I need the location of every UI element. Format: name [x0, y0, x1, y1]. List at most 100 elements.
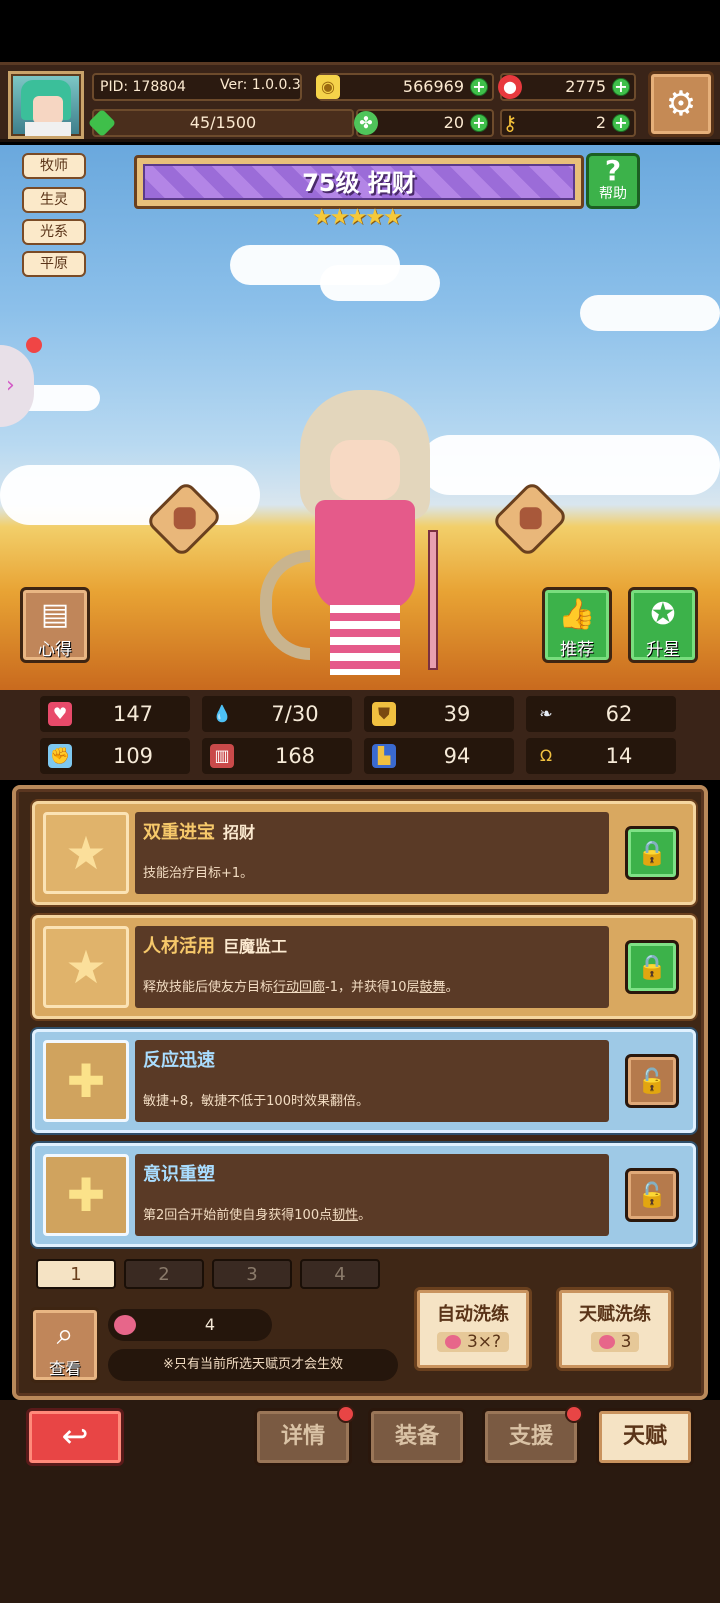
- fruit-icon: [598, 1335, 615, 1349]
- stat-value: 147: [112, 702, 154, 726]
- nav-support[interactable]: 支援: [482, 1405, 583, 1466]
- add-clover-button[interactable]: +: [470, 114, 488, 132]
- tips-label: 心得: [38, 640, 72, 660]
- talent-slot-1[interactable]: ★ 双重进宝 招财 技能治疗目标+1。 🔒: [32, 801, 696, 905]
- keyword-link[interactable]: 鼓舞: [420, 980, 446, 995]
- chevron-right-icon: ›: [6, 373, 15, 398]
- tips-button[interactable]: ▤ 心得: [20, 587, 90, 663]
- fruit-icon: [114, 1315, 136, 1335]
- nav-equip[interactable]: 装备: [368, 1408, 466, 1466]
- player-avatar[interactable]: [8, 71, 84, 139]
- auto-refine-button[interactable]: 自动洗练 3×?: [414, 1287, 532, 1371]
- cross-emblem-icon: ✚: [43, 1040, 129, 1122]
- desc-part: -1，并获得10层: [325, 980, 420, 995]
- desc-part: 。: [445, 980, 459, 995]
- stat-hp: ♥ 147: [40, 696, 190, 732]
- nav-talent[interactable]: 天赋: [596, 1408, 694, 1466]
- question-icon: ?: [604, 154, 622, 187]
- exp-value: 45/1500: [189, 113, 257, 132]
- nav-equip-label: 装备: [394, 1424, 439, 1449]
- return-arrow-icon: ↩: [61, 1417, 89, 1455]
- stat-luck: Ω 14: [526, 738, 676, 774]
- stat-value: 14: [605, 744, 633, 768]
- recommend-button[interactable]: 👍 推荐: [542, 587, 612, 663]
- hero-title: 75级 招财: [143, 164, 575, 200]
- gold-counter: ◉ 566969 +: [316, 73, 494, 101]
- talent-slot-2[interactable]: ★ 人材活用 巨魔监工 释放技能后使友方目标行动回廊-1，并获得10层鼓舞。 🔒: [32, 915, 696, 1019]
- stat-defense: ⛊ 39: [364, 696, 514, 732]
- gem-icon: ●: [498, 75, 522, 99]
- add-key-button[interactable]: +: [612, 114, 630, 132]
- key-value: 2: [595, 113, 606, 132]
- tab-page-2[interactable]: 2: [124, 1259, 204, 1289]
- auto-refine-label: 自动洗练: [437, 1304, 509, 1325]
- page-note: ※只有当前所选天赋页才会生效: [108, 1349, 398, 1381]
- stat-value: 94: [443, 744, 471, 768]
- talent-desc: 释放技能后使友方目标行动回廊-1，并获得10层鼓舞。: [143, 976, 459, 995]
- coin-icon: ◉: [316, 75, 340, 99]
- recommend-label: 推荐: [560, 640, 594, 660]
- hero-legs: [330, 605, 400, 675]
- tag-race[interactable]: 生灵: [22, 187, 86, 213]
- stat-mana: 💧 7/30: [202, 696, 352, 732]
- side-drawer-toggle[interactable]: ›: [0, 345, 34, 427]
- settings-button[interactable]: ⚙: [648, 71, 714, 137]
- tab-page-1[interactable]: 1: [36, 1259, 116, 1289]
- tab-page-3[interactable]: 3: [212, 1259, 292, 1289]
- notebook-icon: ▤: [40, 597, 70, 632]
- tag-element[interactable]: 光系: [22, 219, 86, 245]
- nav-details[interactable]: 详情: [254, 1405, 355, 1466]
- talent-title: 人材活用: [143, 936, 215, 957]
- cross-emblem-icon: ✚: [43, 1154, 129, 1236]
- star-icon: ★: [43, 812, 129, 894]
- lock-button[interactable]: 🔒: [625, 940, 679, 994]
- talent-refine-cost: 3: [590, 1332, 640, 1352]
- stat-agility: ▙ 94: [364, 738, 514, 774]
- talent-title: 意识重塑: [143, 1164, 215, 1185]
- clover-value: 20: [443, 113, 464, 132]
- clover-counter: ✤ 20 +: [354, 109, 494, 137]
- add-gold-button[interactable]: +: [470, 78, 488, 96]
- lock-button[interactable]: 🔒: [625, 826, 679, 880]
- star-icon: ✪: [650, 597, 676, 632]
- water-drop-icon: 💧: [212, 704, 232, 723]
- unlock-button[interactable]: 🔓: [625, 1168, 679, 1222]
- gem-counter: ● 2775 +: [498, 73, 636, 101]
- nav-talent-label: 天赋: [622, 1424, 667, 1449]
- tag-class[interactable]: 牧师: [22, 153, 86, 179]
- talent-source: 巨魔监工: [223, 937, 288, 956]
- star-icon: ★: [43, 926, 129, 1008]
- unlock-button[interactable]: 🔓: [625, 1054, 679, 1108]
- keyword-link[interactable]: 行动回廊: [273, 980, 325, 995]
- talent-refine-button[interactable]: 天赋洗练 3: [556, 1287, 674, 1371]
- view-label: 查看: [48, 1359, 81, 1378]
- desc-part: 。: [358, 1208, 372, 1223]
- back-button[interactable]: ↩: [26, 1408, 124, 1466]
- player-id-text: PID: 178804: [100, 79, 186, 95]
- star-rating: ★★★★★: [312, 205, 403, 230]
- add-gem-button[interactable]: +: [612, 78, 630, 96]
- cloud: [580, 295, 720, 331]
- tag-terrain[interactable]: 平原: [22, 251, 86, 277]
- unlocked-icon: 🔓: [637, 1181, 667, 1209]
- stat-value: 7/30: [271, 702, 319, 726]
- talent-slot-4[interactable]: ✚ 意识重塑 第2回合开始前使自身获得100点韧性。 🔓: [32, 1143, 696, 1247]
- star-up-button[interactable]: ✪ 升星: [628, 587, 698, 663]
- exp-diamond-icon: [87, 108, 117, 138]
- tab-page-4[interactable]: 4: [300, 1259, 380, 1289]
- unlocked-icon: 🔓: [637, 1067, 667, 1095]
- notification-dot: [26, 337, 42, 353]
- key-icon: ⚷: [502, 111, 518, 135]
- hero-staff: [428, 530, 438, 670]
- cloud: [0, 465, 260, 525]
- cost-value: 3×?: [466, 1332, 502, 1352]
- talent-desc: 技能治疗目标+1。: [143, 866, 254, 881]
- talent-slot-3[interactable]: ✚ 反应迅速 敏捷+8，敏捷不低于100时效果翻倍。 🔓: [32, 1029, 696, 1133]
- version-label: Ver: 1.0.0.3: [220, 73, 310, 101]
- keyword-link[interactable]: 韧性: [332, 1208, 358, 1223]
- view-button[interactable]: ⌕ 查看: [30, 1307, 100, 1383]
- horseshoe-icon: Ω: [539, 746, 553, 765]
- help-button[interactable]: ? 帮助: [586, 153, 640, 209]
- lock-icon: 🔒: [637, 953, 667, 981]
- book-icon: ▥: [210, 744, 234, 768]
